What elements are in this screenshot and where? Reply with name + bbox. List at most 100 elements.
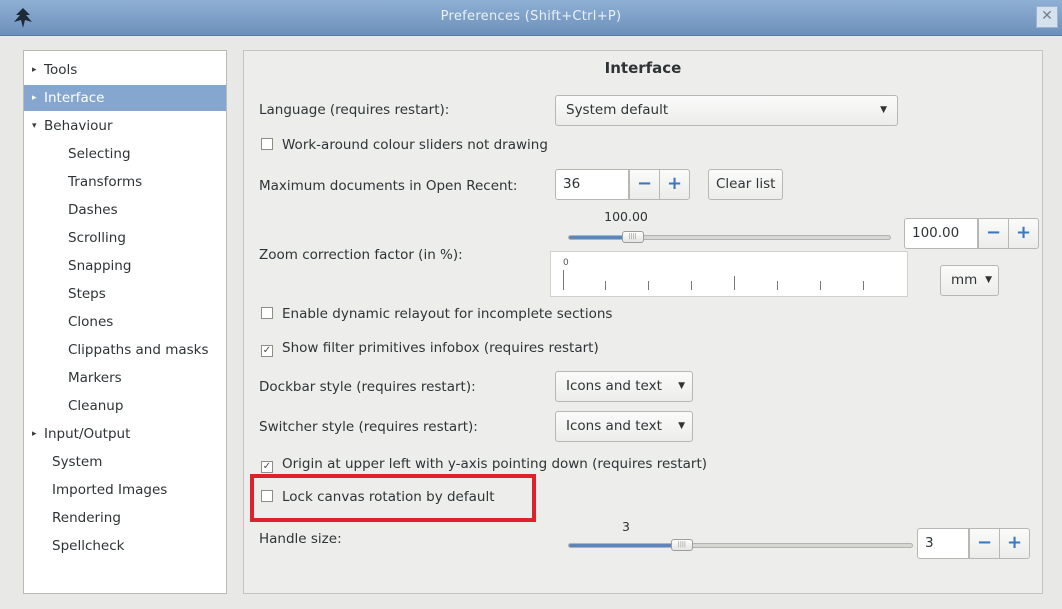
handle-size-increment-button[interactable]: +: [999, 528, 1030, 559]
tree-item-cleanup[interactable]: Cleanup: [24, 393, 226, 419]
tree-item-label: Rendering: [52, 510, 121, 526]
tree-item-scrolling[interactable]: Scrolling: [24, 225, 226, 251]
checkbox-label: Work-around colour sliders not drawing: [282, 137, 548, 153]
ruler-tick: [734, 276, 735, 290]
handle-size-decrement-button[interactable]: −: [969, 528, 1000, 559]
handle-size-slider-handle[interactable]: ||||: [670, 539, 693, 551]
expander-arrow-icon[interactable]: ▸: [32, 421, 44, 447]
ruler-zero-label: 0: [563, 258, 569, 268]
handle-size-slider-value: 3: [622, 519, 630, 534]
language-label: Language (requires restart):: [259, 102, 450, 118]
zoom-ruler: 0: [550, 251, 908, 297]
checkbox-label: Enable dynamic relayout for incomplete s…: [282, 306, 613, 322]
expander-arrow-icon[interactable]: ▾: [32, 113, 44, 139]
language-value: System default: [566, 102, 669, 118]
tree-item-markers[interactable]: Markers: [24, 365, 226, 391]
title-bar[interactable]: Preferences (Shift+Ctrl+P) ✕: [0, 0, 1062, 36]
tree-item-label: Imported Images: [52, 482, 168, 498]
tree-item-label: Steps: [68, 286, 106, 302]
ruler-tick: [563, 270, 564, 290]
tree-item-label: Clones: [68, 314, 114, 330]
tree-item-tools[interactable]: ▸ Tools: [24, 57, 226, 83]
zoom-slider[interactable]: [568, 235, 891, 240]
window-title: Preferences (Shift+Ctrl+P): [440, 9, 622, 24]
tree-item-label: Behaviour: [44, 118, 113, 134]
handle-size-slider[interactable]: [568, 543, 913, 548]
max-recent-entry[interactable]: 36: [555, 169, 629, 200]
tree-item-label: Scrolling: [68, 230, 126, 246]
ruler-tick: [691, 281, 692, 290]
clear-list-button[interactable]: Clear list: [708, 169, 784, 200]
dockbar-style-combo[interactable]: Icons and text ▼: [555, 371, 693, 402]
ruler-tick: [863, 281, 864, 290]
expander-arrow-icon[interactable]: ▸: [32, 85, 44, 111]
tree-item-label: Clippaths and masks: [68, 342, 209, 358]
max-recent-increment-button[interactable]: +: [659, 169, 690, 200]
zoom-entry[interactable]: 100.00: [904, 218, 978, 249]
zoom-slider-handle[interactable]: ||||: [621, 231, 644, 243]
checkbox-icon: ✓: [261, 345, 273, 357]
handle-size-entry[interactable]: 3: [917, 528, 969, 559]
origin-upper-left-checkbox[interactable]: ✓ Origin at upper left with y-axis pointi…: [261, 454, 707, 474]
tree-item-label: Selecting: [68, 146, 131, 162]
close-window-button[interactable]: ✕: [1036, 6, 1058, 28]
ruler-tick: [648, 281, 649, 290]
tree-item-label: Interface: [44, 90, 105, 106]
tree-item-input-output[interactable]: ▸ Input/Output: [24, 421, 226, 447]
tree-item-interface[interactable]: ▸ Interface: [24, 85, 226, 111]
zoom-decrement-button[interactable]: −: [978, 218, 1009, 249]
zoom-correction-label: Zoom correction factor (in %):: [259, 247, 463, 263]
switcher-style-label: Switcher style (requires restart):: [259, 419, 478, 435]
language-combo[interactable]: System default ▼: [555, 95, 898, 126]
ruler-tick: [820, 281, 821, 290]
dropdown-arrow-icon: ▼: [678, 421, 685, 431]
expander-arrow-icon[interactable]: ▸: [32, 57, 44, 83]
tree-item-label: Transforms: [68, 174, 143, 190]
checkbox-icon: [261, 138, 273, 150]
tree-item-imported-images[interactable]: Imported Images: [24, 477, 226, 503]
preferences-tree: ▸ Tools ▸ Interface ▾ Behaviour Selectin…: [23, 50, 227, 594]
checkbox-label: Origin at upper left with y-axis pointin…: [282, 456, 708, 472]
highlight-box: [250, 474, 536, 522]
tree-item-label: Spellcheck: [52, 538, 125, 554]
zoom-increment-button[interactable]: +: [1008, 218, 1039, 249]
switcher-style-value: Icons and text: [566, 418, 662, 434]
tree-item-dashes[interactable]: Dashes: [24, 197, 226, 223]
tree-item-behaviour[interactable]: ▾ Behaviour: [24, 113, 226, 139]
tree-item-label: Snapping: [68, 258, 132, 274]
tree-item-label: Tools: [44, 62, 78, 78]
colour-sliders-workaround-checkbox[interactable]: Work-around colour sliders not drawing: [261, 135, 548, 155]
dropdown-arrow-icon: ▼: [678, 381, 685, 391]
max-recent-label: Maximum documents in Open Recent:: [259, 178, 518, 194]
tree-item-selecting[interactable]: Selecting: [24, 141, 226, 167]
dynamic-relayout-checkbox[interactable]: Enable dynamic relayout for incomplete s…: [261, 304, 612, 324]
handle-size-slider-fill: [569, 544, 683, 547]
switcher-style-combo[interactable]: Icons and text ▼: [555, 411, 693, 442]
ruler-tick: [777, 281, 778, 290]
unit-value: mm: [951, 272, 978, 288]
tree-item-steps[interactable]: Steps: [24, 281, 226, 307]
tree-item-transforms[interactable]: Transforms: [24, 169, 226, 195]
dockbar-style-label: Dockbar style (requires restart):: [259, 379, 476, 395]
tree-item-label: Cleanup: [68, 398, 124, 414]
max-recent-decrement-button[interactable]: −: [629, 169, 660, 200]
checkbox-icon: ✓: [261, 461, 273, 473]
filter-infobox-checkbox[interactable]: ✓ Show filter primitives infobox (require…: [261, 338, 599, 358]
tree-item-spellcheck[interactable]: Spellcheck: [24, 533, 226, 559]
dropdown-arrow-icon: ▼: [985, 275, 992, 285]
tree-item-system[interactable]: System: [24, 449, 226, 475]
tree-item-clippaths-and-masks[interactable]: Clippaths and masks: [24, 337, 226, 363]
zoom-slider-value: 100.00: [604, 209, 648, 224]
dropdown-arrow-icon: ▼: [880, 105, 887, 115]
tree-item-label: System: [52, 454, 103, 470]
dockbar-style-value: Icons and text: [566, 378, 662, 394]
page-title: Interface: [604, 59, 682, 77]
tree-item-rendering[interactable]: Rendering: [24, 505, 226, 531]
tree-item-clones[interactable]: Clones: [24, 309, 226, 335]
tree-item-label: Markers: [68, 370, 122, 386]
zoom-unit-combo[interactable]: mm ▼: [940, 265, 999, 296]
ruler-tick: [605, 281, 606, 290]
tree-item-snapping[interactable]: Snapping: [24, 253, 226, 279]
tree-item-label: Dashes: [68, 202, 118, 218]
checkbox-icon: [261, 307, 273, 319]
